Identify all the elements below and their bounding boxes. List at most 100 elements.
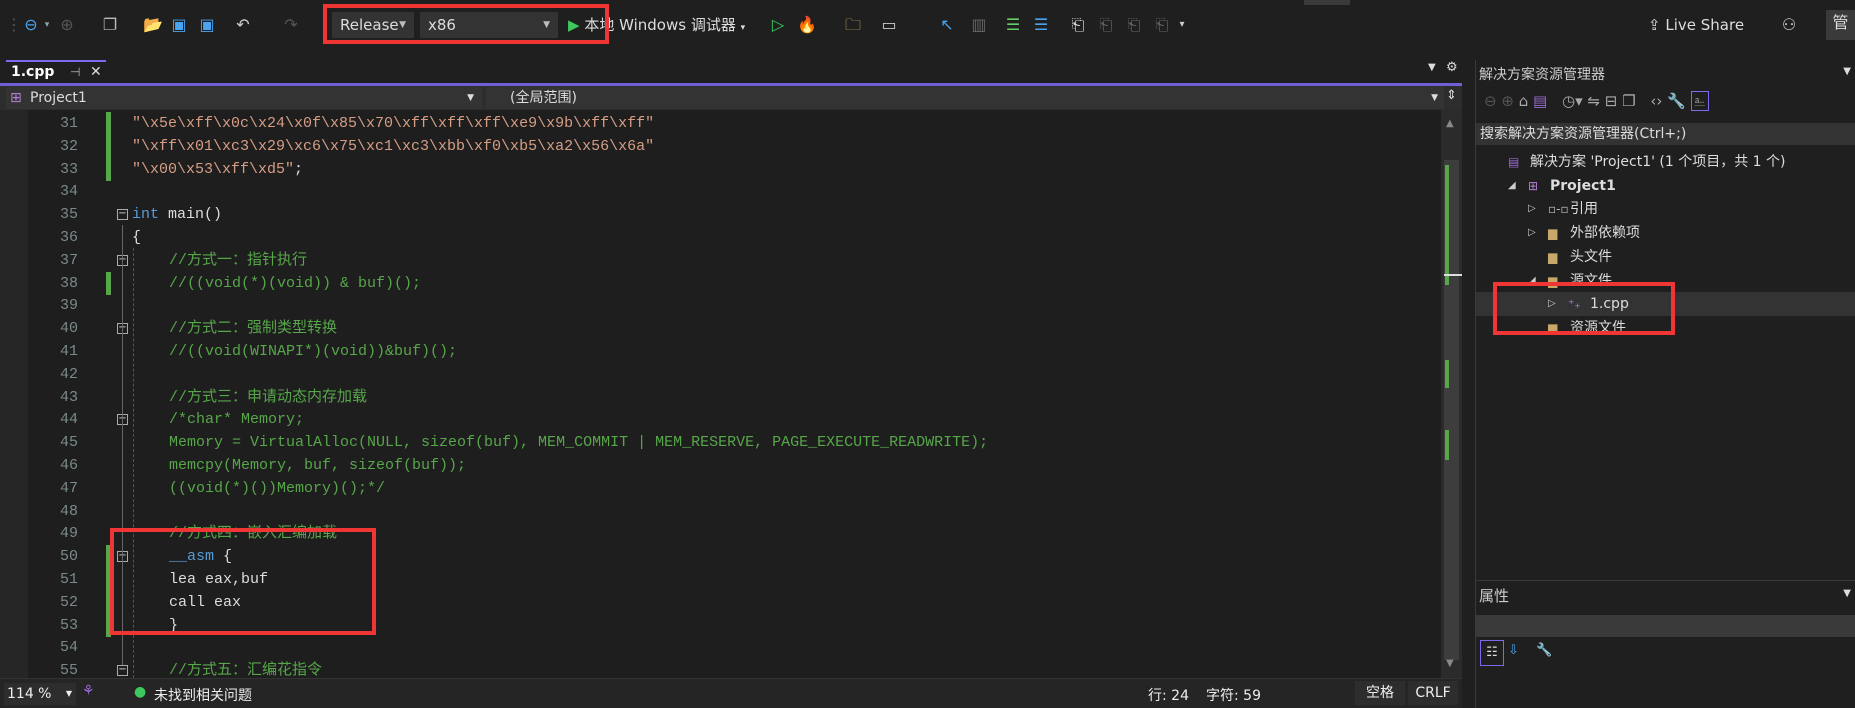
code-token-tx: main()	[159, 206, 223, 224]
gear-icon[interactable]: ⚙	[1446, 60, 1458, 75]
bookmark-icon[interactable]: ⎗	[1068, 12, 1088, 38]
code-line[interactable]: Memory = VirtualAlloc(NULL, sizeof(buf),…	[169, 431, 988, 454]
toolbar-overflow-icon[interactable]: ▾	[1176, 12, 1188, 38]
line-number: 51	[59, 571, 78, 588]
tree-item[interactable]: ▤ 解决方案 'Project1' (1 个项目，共 1 个)	[1476, 150, 1855, 174]
redo-icon[interactable]: ↷	[280, 12, 302, 38]
categorized-icon[interactable]: ☷	[1480, 640, 1504, 666]
tree-item-label: 解决方案 'Project1' (1 个项目，共 1 个)	[1530, 154, 1786, 170]
panel-menu-icon[interactable]: ▼	[1843, 66, 1851, 77]
back-icon[interactable]: ⊖	[1484, 92, 1497, 110]
start-without-debugging-icon[interactable]: ▷	[768, 12, 788, 38]
open-file-icon[interactable]: 📂	[142, 12, 164, 38]
chevron-down-icon: ▼	[1431, 93, 1438, 103]
collapse-icon[interactable]: ◢	[1508, 174, 1516, 198]
new-project-icon[interactable]: ❐	[98, 12, 122, 38]
hot-reload-icon[interactable]: 🔥	[796, 12, 818, 38]
collapse-all-icon[interactable]: ⊟	[1605, 92, 1618, 110]
tab-label: 1.cpp	[11, 64, 55, 80]
code-line[interactable]: "\x00\x53\xff\xd5";	[132, 158, 303, 181]
preview-selected-icon[interactable]: ⎁	[1690, 91, 1709, 111]
code-token-cm: Memory = VirtualAlloc(NULL, sizeof(buf),…	[169, 434, 989, 452]
code-line[interactable]: {	[132, 226, 141, 249]
select-element-icon[interactable]: ↖	[936, 12, 958, 38]
collapse-icon[interactable]: −	[117, 665, 128, 677]
line-number: 54	[59, 639, 78, 657]
document-tab-strip: 1.cpp ⊣ ✕ ▼ ⚙	[0, 60, 1462, 84]
split-editor-icon[interactable]: ⇕	[1446, 88, 1457, 103]
back-icon[interactable]: ⊖	[20, 12, 42, 38]
code-line[interactable]: "\xff\x01\xc3\x29\xc6\x75\xc1\xc3\xbb\xf…	[132, 135, 654, 158]
code-line[interactable]: //方式二：强制类型转换	[169, 317, 337, 340]
code-line[interactable]: memcpy(Memory, buf, sizeof(buf));	[169, 454, 466, 477]
format-icon[interactable]: ▥	[968, 12, 990, 38]
collapse-icon[interactable]: −	[117, 209, 128, 221]
tab-1-cpp[interactable]: 1.cpp ⊣ ✕	[6, 60, 106, 83]
scope-dropdown[interactable]: (全局范围) ▼	[486, 87, 1444, 109]
code-line[interactable]: //方式三：申请动态内存加载	[169, 386, 367, 409]
home-icon[interactable]: ⌂	[1519, 92, 1529, 110]
tree-item[interactable]: ▆ 头文件	[1476, 245, 1855, 269]
intellicode-icon[interactable]: ⚘	[82, 683, 95, 699]
grip-icon: ⋮	[6, 15, 22, 34]
project-dropdown[interactable]: ⊞ Project1 ▼	[6, 87, 482, 109]
line-number: 40	[59, 320, 78, 338]
properties-wrench-icon[interactable]: 🔧	[1667, 92, 1686, 110]
highlight-box-asm	[110, 528, 376, 635]
issues-status[interactable]: 未找到相关问题	[154, 685, 252, 705]
window-layout-icon[interactable]: ▭	[878, 12, 900, 38]
line-number: 52	[59, 593, 78, 611]
tree-item[interactable]: ◢ ⊞ Project1	[1476, 174, 1855, 198]
live-share-button[interactable]: ⇪ Live Share	[1648, 12, 1758, 38]
pin-icon[interactable]: ⊣	[70, 62, 80, 82]
clear-bookmarks-icon[interactable]: ⎗	[1152, 12, 1172, 38]
alphabetical-icon[interactable]: ⇩	[1508, 643, 1519, 658]
change-indicator	[106, 157, 111, 181]
close-icon[interactable]: ✕	[90, 62, 102, 82]
save-all-icon[interactable]: ▣	[196, 12, 218, 38]
tree-item[interactable]: ▷ ▫-▫ 引用	[1476, 197, 1855, 221]
whitespace-indicator[interactable]: 空格	[1355, 681, 1405, 705]
undo-icon[interactable]: ↶	[232, 12, 254, 38]
next-bookmark-icon[interactable]: ⎗	[1124, 12, 1144, 38]
back-dropdown-icon[interactable]: ▾	[42, 12, 52, 38]
forward-icon[interactable]: ⊕	[1501, 92, 1514, 110]
line-indicator[interactable]: 行: 24	[1148, 685, 1189, 705]
code-line[interactable]: "\x5e\xff\x0c\x24\x0f\x85\x70\xff\xff\xf…	[132, 112, 654, 135]
tree-item[interactable]: ▷ ▆ 外部依赖项	[1476, 221, 1855, 245]
forward-icon[interactable]: ⊕	[56, 12, 78, 38]
save-icon[interactable]: ▣	[168, 12, 190, 38]
code-view-icon[interactable]: ‹›	[1650, 92, 1662, 110]
account-icon[interactable]: ⚇	[1778, 12, 1800, 38]
char-indicator[interactable]: 字符: 59	[1206, 685, 1261, 705]
show-all-files-icon[interactable]: ❐	[1622, 92, 1635, 110]
code-line[interactable]: ((void(*)())Memory)();*/	[169, 477, 385, 500]
eol-indicator[interactable]: CRLF	[1408, 681, 1458, 705]
expand-icon[interactable]: ▷	[1528, 221, 1536, 245]
admin-tab[interactable]: 管	[1826, 10, 1855, 40]
code-line[interactable]: //((void(WINAPI*)(void))&buf)();	[169, 340, 457, 363]
pending-changes-filter-icon[interactable]: ◷▾	[1562, 92, 1583, 110]
change-indicator	[106, 112, 111, 135]
prev-bookmark-icon[interactable]: ⎗	[1096, 12, 1116, 38]
code-line[interactable]: //方式一：指针执行	[169, 249, 307, 272]
tab-list-dropdown-icon[interactable]: ▼	[1428, 62, 1436, 73]
property-pages-icon[interactable]: 🔧	[1536, 643, 1552, 658]
scroll-down-icon[interactable]: ▼	[1446, 658, 1454, 669]
uncomment-lines-icon[interactable]: ☰	[1030, 12, 1052, 38]
code-line[interactable]: /*char* Memory;	[169, 408, 304, 431]
code-line[interactable]: int main()	[132, 203, 222, 226]
search-solution-explorer-input[interactable]: 搜索解决方案资源管理器(Ctrl+;)	[1476, 123, 1855, 145]
vertical-scrollbar[interactable]: ▲ ▼	[1441, 110, 1462, 678]
properties-menu-icon[interactable]: ▼	[1843, 588, 1851, 599]
find-in-files-icon[interactable]: 🗀	[842, 12, 864, 38]
code-line[interactable]: //((void(*)(void)) & buf)();	[169, 272, 421, 295]
switch-views-icon[interactable]: ▤	[1533, 92, 1547, 110]
project-dropdown-value: Project1	[30, 90, 87, 106]
expand-icon[interactable]: ▷	[1528, 197, 1536, 221]
zoom-dropdown[interactable]: 114 % ▼	[4, 683, 76, 705]
comment-lines-icon[interactable]: ☰	[1002, 12, 1024, 38]
properties-object-selector[interactable]	[1476, 615, 1855, 637]
scroll-up-icon[interactable]: ▲	[1446, 118, 1454, 129]
sync-icon[interactable]: ⇋	[1587, 92, 1600, 110]
